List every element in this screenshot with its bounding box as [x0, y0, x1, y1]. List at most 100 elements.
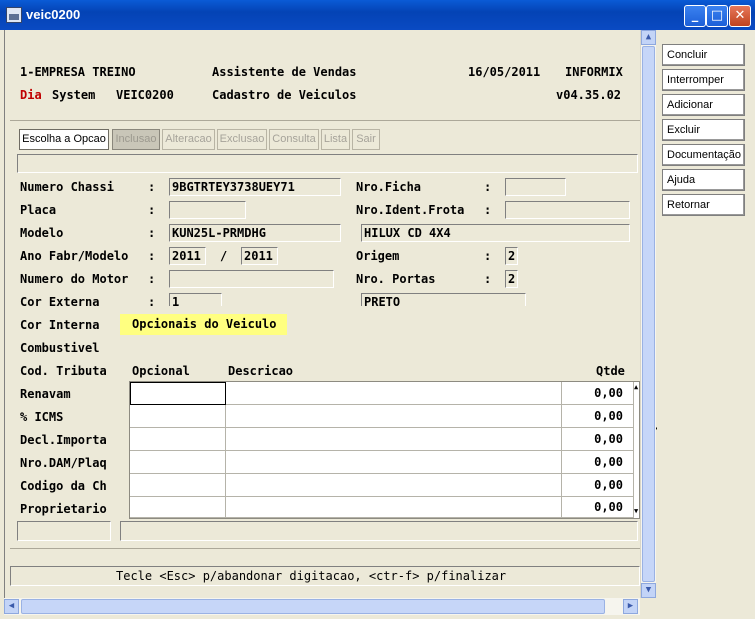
descricao-cell [226, 428, 562, 451]
colon: : [148, 249, 156, 263]
menu-alteracao[interactable]: Alteracao [162, 129, 215, 150]
origem-field[interactable]: 2 [505, 247, 518, 265]
ano-modelo-field[interactable]: 2011 [241, 247, 278, 265]
colon: : [148, 203, 156, 217]
colon: : [484, 272, 492, 286]
adicionar-button[interactable]: Adicionar [662, 94, 745, 116]
opcional-cell[interactable] [130, 382, 226, 405]
opcional-cell[interactable] [130, 474, 226, 497]
vertical-scrollbar[interactable]: ▲ ▼ [640, 30, 656, 598]
status-message: Tecle <Esc> p/abandonar digitacao, <ctr-… [116, 569, 507, 583]
placa-field[interactable] [169, 201, 246, 219]
dia-label: Dia [20, 88, 42, 102]
opcional-cell[interactable] [130, 405, 226, 428]
colon: : [148, 272, 156, 286]
close-button[interactable]: ✕ [729, 5, 751, 27]
scroll-up-icon[interactable]: ▲ [641, 30, 656, 45]
minimize-button[interactable]: _ [684, 5, 706, 27]
message-bar [17, 154, 638, 173]
db-label: INFORMIX [565, 65, 623, 79]
retornar-button[interactable]: Retornar [662, 194, 745, 216]
horizontal-scrollbar[interactable]: ◀ ▶ [4, 598, 640, 615]
divider [10, 548, 640, 549]
col-descricao-header: Descricao [228, 364, 294, 378]
qtde-cell[interactable]: 0,00 [562, 451, 634, 474]
modelo-desc-field: HILUX CD 4X4 [361, 224, 630, 242]
label-portas: Nro. Portas [356, 272, 436, 286]
colon: : [484, 180, 492, 194]
menu-lista[interactable]: Lista [321, 129, 350, 150]
colon: : [484, 203, 492, 217]
divider [10, 120, 640, 121]
qtde-cell[interactable]: 0,00 [562, 474, 634, 497]
scroll-thumb[interactable] [642, 46, 655, 582]
ajuda-button[interactable]: Ajuda [662, 169, 745, 191]
concluir-button[interactable]: Concluir [662, 44, 745, 66]
scroll-down-icon[interactable]: ▼ [641, 583, 656, 598]
grid-scroll-down-icon[interactable]: ▼ [634, 508, 638, 515]
screen-title: Cadastro de Veiculos [212, 88, 357, 102]
assistant-label: Assistente de Vendas [212, 65, 357, 79]
qtde-cell[interactable]: 0,00 [562, 428, 634, 451]
label-renavam: Renavam [20, 387, 71, 401]
opcional-cell[interactable] [130, 428, 226, 451]
label-codigo: Codigo da Ch [20, 479, 107, 493]
descricao-cell [226, 451, 562, 474]
menu-exclusao[interactable]: Exclusao [217, 129, 267, 150]
col-qtde-header: Qtde [596, 364, 625, 378]
hscroll-thumb[interactable] [21, 599, 605, 614]
system-label: System [52, 88, 96, 102]
grid-scroll-up-icon[interactable]: ▲ [634, 384, 638, 391]
qtde-cell[interactable]: 0,00 [562, 405, 634, 428]
menu-sair[interactable]: Sair [352, 129, 380, 150]
descricao-cell [226, 497, 562, 518]
maximize-button[interactable]: □ [706, 5, 728, 27]
label-cod-tributa: Cod. Tributa [20, 364, 107, 378]
chassi-field[interactable]: 9BGTRTEY3738UEY71 [169, 178, 341, 196]
date-label: 16/05/2011 [468, 65, 541, 79]
ano-fabr-field[interactable]: 2011 [169, 247, 206, 265]
ficha-field[interactable] [505, 178, 566, 196]
frota-field[interactable] [505, 201, 630, 219]
label-origem: Origem [356, 249, 400, 263]
colon: : [148, 226, 156, 240]
label-cor-interna: Cor Interna [20, 318, 100, 332]
descricao-cell [226, 382, 562, 405]
label-combustivel: Combustivel [20, 341, 100, 355]
motor-field[interactable] [169, 270, 334, 288]
col-opcional-header: Opcional [132, 364, 190, 378]
label-chassi: Numero Chassi [20, 180, 114, 194]
descricao-cell [226, 474, 562, 497]
opcional-cell[interactable] [130, 451, 226, 474]
bottom-left-field [17, 521, 111, 541]
program-label: VEIC0200 [116, 88, 174, 102]
label-motor: Numero do Motor [20, 272, 129, 286]
qtde-cell[interactable]: 0,00 [562, 382, 634, 405]
version-label: v04.35.02 [556, 88, 622, 102]
modelo-code-field[interactable]: KUN25L-PRMDHG [169, 224, 341, 242]
label-ficha: Nro.Ficha [356, 180, 422, 194]
interromper-button[interactable]: Interromper [662, 69, 745, 91]
menu-consulta[interactable]: Consulta [269, 129, 319, 150]
label-decl-importa: Decl.Importa [20, 433, 107, 447]
ano-separator: / [220, 249, 228, 263]
label-frota: Nro.Ident.Frota [356, 203, 465, 217]
window-title: veic0200 [26, 7, 81, 22]
portas-field[interactable]: 2 [505, 270, 518, 288]
app-icon[interactable] [6, 7, 22, 23]
qtde-cell[interactable]: 0,00 [562, 497, 634, 518]
scroll-right-icon[interactable]: ▶ [623, 599, 638, 614]
opcional-cell[interactable] [130, 497, 226, 518]
label-dam: Nro.DAM/Plaq [20, 456, 107, 470]
scroll-left-icon[interactable]: ◀ [4, 599, 19, 614]
label-ano: Ano Fabr/Modelo [20, 249, 129, 263]
label-modelo: Modelo [20, 226, 64, 240]
colon: : [148, 180, 156, 194]
menu-inclusao[interactable]: Inclusao [112, 129, 160, 150]
excluir-button[interactable]: Excluir [662, 119, 745, 141]
documentacao-button[interactable]: Documentação [662, 144, 745, 166]
menu-escolha[interactable]: Escolha a Opcao [19, 129, 109, 150]
label-placa: Placa [20, 203, 57, 217]
grid-scrollbar[interactable]: ▲ ▼ [634, 382, 639, 518]
label-cor-externa: Cor Externa [20, 295, 100, 309]
